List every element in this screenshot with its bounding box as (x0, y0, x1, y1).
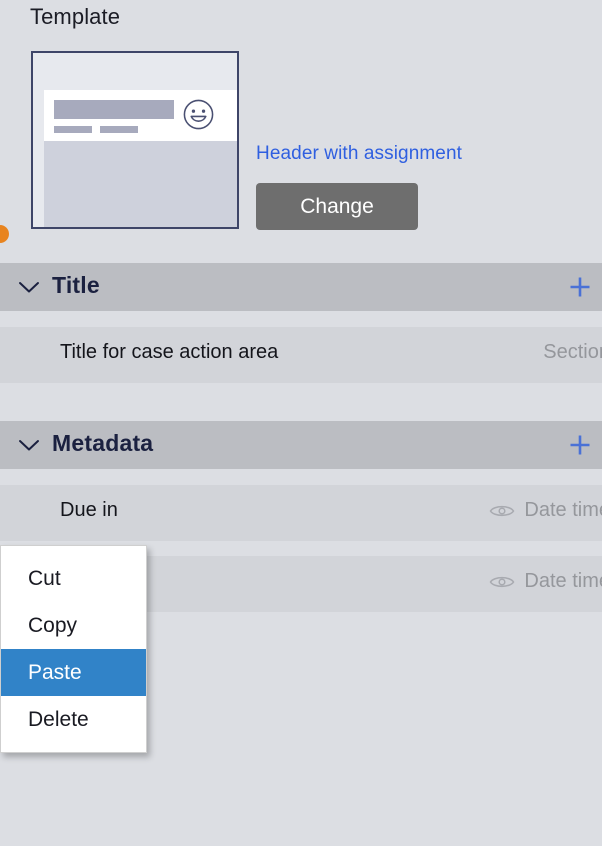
thumbnail-title-placeholder-bar (54, 100, 174, 119)
context-menu: Cut Copy Paste Delete (0, 545, 147, 753)
field-row-type: Section (543, 341, 602, 363)
field-row-type: Date time (524, 570, 602, 592)
thumbnail-header-card (44, 90, 237, 141)
eye-icon[interactable] (489, 574, 515, 590)
section-header-metadata[interactable]: Metadata (0, 421, 602, 469)
context-menu-item-cut[interactable]: Cut (1, 555, 146, 602)
field-row-meta: Date time (489, 499, 602, 522)
template-name-link[interactable]: Header with assignment (256, 143, 462, 165)
thumbnail-meta-placeholder-bar-2 (100, 126, 138, 133)
section-header-title[interactable]: Title (0, 263, 602, 311)
field-row-due-in[interactable]: Due in Date time (0, 485, 602, 541)
section-title-label: Title (52, 272, 100, 298)
section-title-label: Metadata (52, 430, 154, 456)
field-row-title-for-case-action-area[interactable]: Title for case action area Section (0, 327, 602, 383)
thumbnail-meta-placeholder-bar-1 (54, 126, 92, 133)
chevron-down-icon[interactable] (18, 280, 40, 294)
chevron-down-icon[interactable] (18, 438, 40, 452)
context-menu-item-paste[interactable]: Paste (1, 649, 146, 696)
change-template-button[interactable]: Change (256, 183, 418, 230)
field-row-label: Title for case action area (60, 341, 279, 363)
plus-icon[interactable] (568, 433, 592, 457)
field-row-meta: Section (543, 341, 602, 364)
plus-icon[interactable] (568, 275, 592, 299)
field-row-type: Date time (524, 499, 602, 521)
smiley-face-avatar-icon (183, 99, 214, 130)
eye-icon[interactable] (489, 503, 515, 519)
thumbnail-top-band (33, 53, 237, 90)
template-panel: Template Header with assignment Change (0, 0, 602, 255)
field-row-label: Due in (60, 499, 118, 521)
row-separator-gap (0, 383, 602, 409)
field-row-meta: Date time (489, 570, 602, 593)
template-thumbnail-preview[interactable] (31, 51, 239, 229)
context-menu-item-delete[interactable]: Delete (1, 696, 146, 743)
template-label: Template (30, 4, 121, 29)
case-action-area-config-panel: Template Header with assignment Change T… (0, 0, 602, 846)
context-menu-item-copy[interactable]: Copy (1, 602, 146, 649)
thumbnail-body-area (44, 141, 237, 227)
